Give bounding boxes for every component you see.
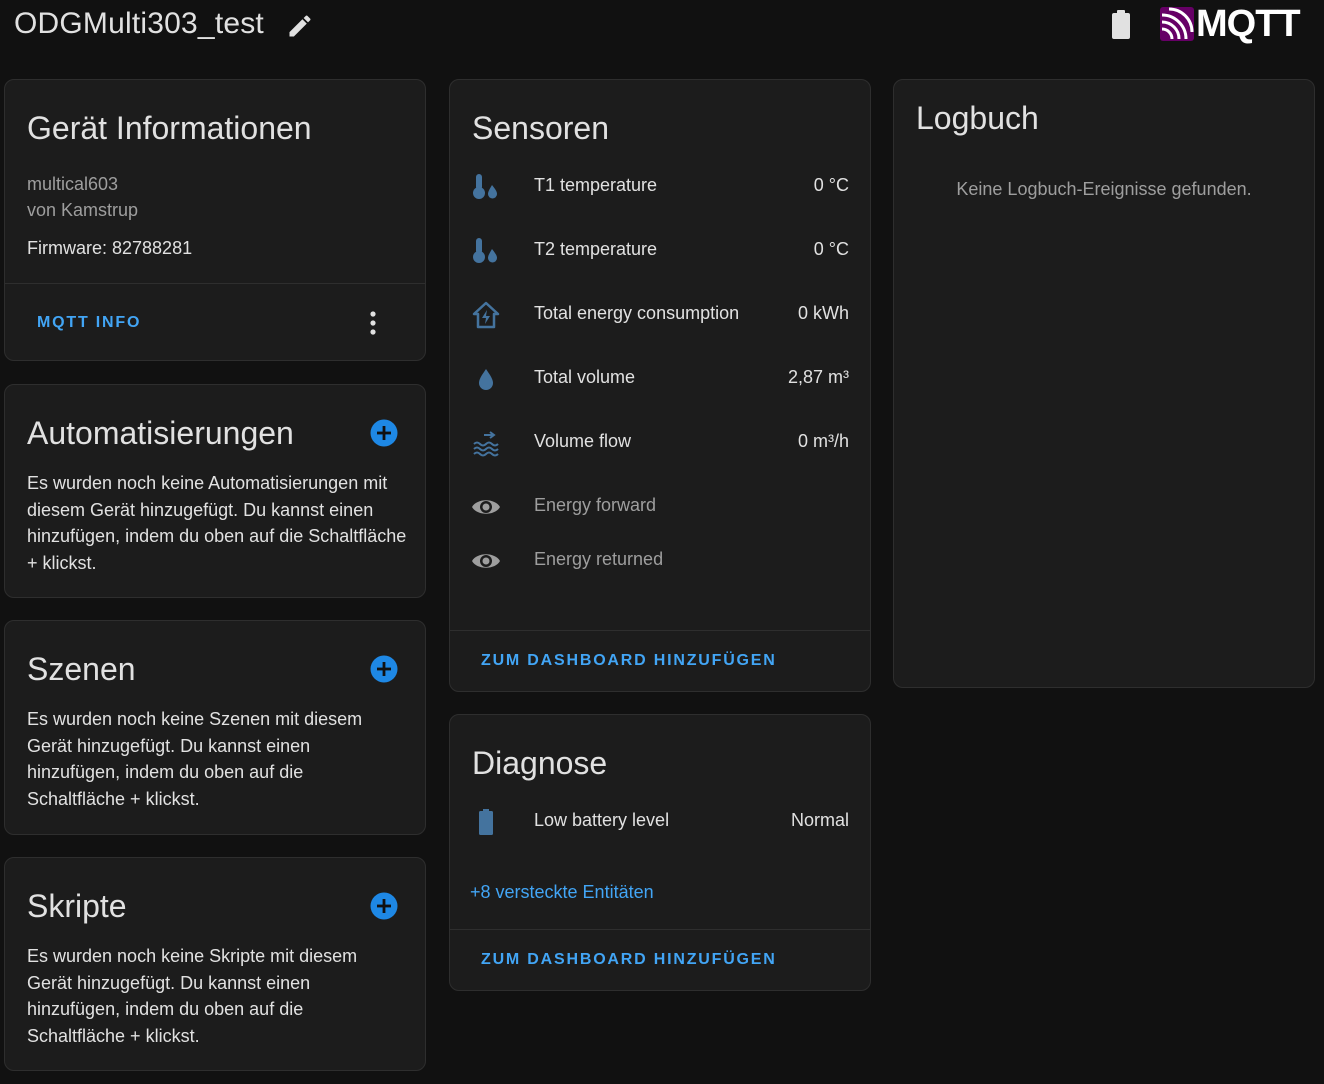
sensor-row-t1-temperature[interactable]: T1 temperature 0 °C (450, 167, 870, 207)
logbook-empty-text: Keine Logbuch-Ereignisse gefunden. (956, 179, 1252, 199)
sensor-row-energy-forward[interactable]: Energy forward (450, 487, 870, 527)
sensor-value: 0 m³/h (797, 431, 849, 451)
battery-icon (479, 809, 493, 835)
add-scene-button[interactable] (370, 655, 398, 683)
add-script-button[interactable] (370, 892, 398, 920)
sensor-name: Total volume (534, 367, 636, 387)
diagnostic-row-low-battery[interactable]: Low battery level Normal (450, 802, 870, 842)
diagnostic-value: Normal (790, 810, 849, 830)
sensor-row-volume-flow[interactable]: Volume flow 0 m³/h (450, 423, 870, 463)
mqtt-info-button[interactable]: MQTT INFO (37, 314, 141, 332)
sensors-card: Sensoren T1 temperature 0 °C T2 temperat… (449, 79, 871, 692)
scenes-empty-text: Es wurden noch keine Szenen mit diesem G… (27, 709, 363, 809)
divider (450, 630, 870, 631)
divider (450, 929, 870, 930)
sensor-name: Volume flow (534, 431, 632, 451)
top-bar: ODGMulti303_test MQTT (0, 0, 1324, 56)
pencil-icon[interactable] (286, 12, 314, 40)
sensor-name: Energy forward (534, 495, 657, 515)
device-firmware: Firmware: 82788281 (27, 238, 193, 258)
sensor-name: Energy returned (534, 549, 664, 569)
scripts-title: Skripte (27, 888, 127, 924)
sensors-title: Sensoren (472, 110, 609, 146)
mqtt-logo: MQTT (1160, 3, 1301, 45)
scripts-empty-text: Es wurden noch keine Skripte mit diesem … (27, 946, 358, 1046)
device-manufacturer: von Kamstrup (27, 200, 139, 220)
mqtt-logo-icon (1160, 7, 1194, 41)
add-automation-button[interactable] (370, 419, 398, 447)
mqtt-logo-text: MQTT (1196, 3, 1301, 45)
sensor-name: Total energy consumption (534, 303, 740, 323)
more-vertical-icon[interactable] (363, 309, 383, 337)
logbook-card: Logbuch Keine Logbuch-Ereignisse gefunde… (893, 79, 1315, 688)
scenes-card: Szenen Es wurden noch keine Szenen mit d… (4, 620, 426, 835)
thermometer-water-icon (473, 238, 497, 263)
page-title: ODGMulti303_test (14, 7, 264, 40)
sensor-value: 0 kWh (797, 303, 849, 323)
device-info-card: Gerät Informationen multical603 von Kams… (4, 79, 426, 361)
eye-icon (472, 500, 500, 514)
diagnostics-add-to-dashboard-button[interactable]: ZUM DASHBOARD HINZUFÜGEN (481, 951, 777, 969)
sensor-value: 0 °C (813, 239, 849, 259)
sensor-name: T2 temperature (534, 239, 658, 259)
sensor-row-total-volume[interactable]: Total volume 2,87 m³ (450, 359, 870, 399)
device-info-title: Gerät Informationen (27, 110, 312, 146)
sensor-name: T1 temperature (534, 175, 658, 195)
automations-card: Automatisierungen Es wurden noch keine A… (4, 384, 426, 598)
sensor-value: 2,87 m³ (787, 367, 849, 387)
sensors-add-to-dashboard-button[interactable]: ZUM DASHBOARD HINZUFÜGEN (481, 652, 777, 670)
automations-empty-text: Es wurden noch keine Automatisierungen m… (27, 473, 407, 573)
scenes-title: Szenen (27, 651, 136, 687)
diagnostics-card: Diagnose Low battery level Normal +8 ver… (449, 714, 871, 991)
battery-icon (1112, 10, 1130, 39)
hidden-entities-link[interactable]: +8 versteckte Entitäten (470, 882, 654, 903)
thermometer-water-icon (473, 174, 497, 199)
sensor-row-t2-temperature[interactable]: T2 temperature 0 °C (450, 231, 870, 271)
home-lightning-icon (472, 301, 500, 329)
water-flow-icon (473, 431, 499, 457)
scripts-card: Skripte Es wurden noch keine Skripte mit… (4, 857, 426, 1071)
device-model: multical603 (27, 174, 119, 194)
eye-icon (472, 554, 500, 568)
sensor-value: 0 °C (813, 175, 849, 195)
sensor-row-energy-returned[interactable]: Energy returned (450, 541, 870, 581)
diagnostic-name: Low battery level (534, 810, 670, 830)
sensor-row-total-energy[interactable]: Total energy consumption 0 kWh (450, 295, 870, 335)
divider (5, 283, 425, 284)
water-drop-icon (479, 369, 493, 390)
automations-title: Automatisierungen (27, 415, 294, 451)
diagnostics-title: Diagnose (472, 745, 608, 781)
logbook-title: Logbuch (916, 100, 1039, 136)
